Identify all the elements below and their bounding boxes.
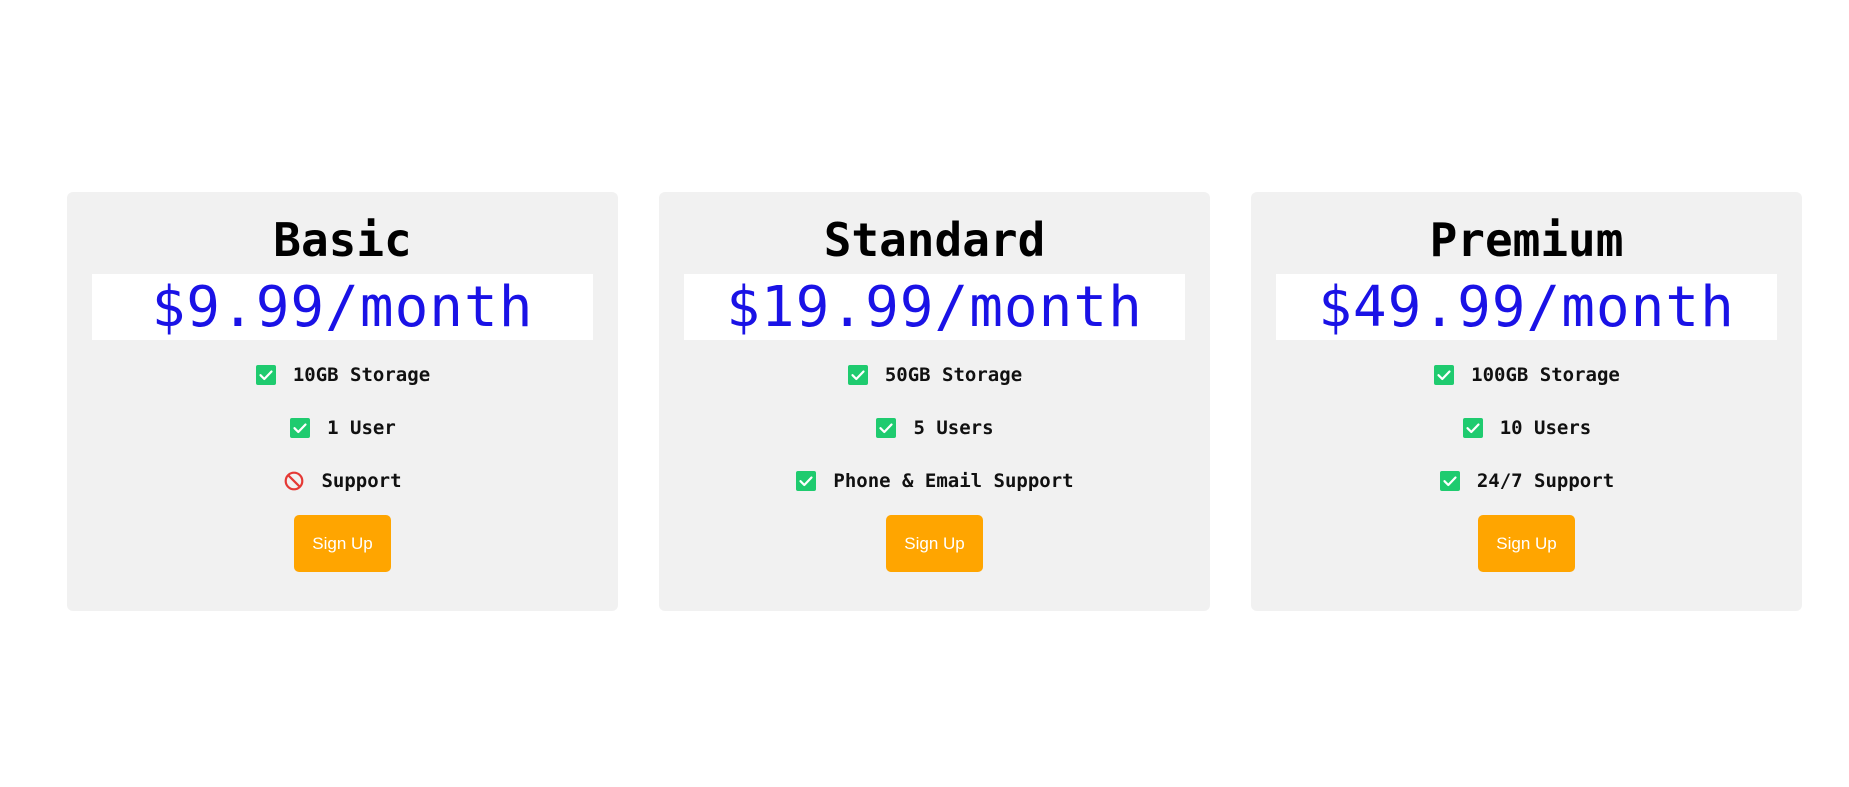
feature-item: 10 Users xyxy=(1462,401,1592,454)
plan-name: Basic xyxy=(273,213,412,267)
pricing-plans: Basic $9.99/month 10GB Storage 1 User Su… xyxy=(67,192,1802,611)
feature-text: 1 User xyxy=(327,416,396,439)
feature-item: Phone & Email Support xyxy=(795,454,1074,507)
feature-text: Phone & Email Support xyxy=(833,469,1074,492)
feature-item: 1 User xyxy=(289,401,396,454)
check-icon xyxy=(875,417,897,439)
feature-text: 24/7 Support xyxy=(1476,469,1615,492)
check-icon xyxy=(795,470,817,492)
feature-item: 24/7 Support xyxy=(1439,454,1614,507)
feature-text: 10GB Storage xyxy=(292,363,431,386)
feature-item: 5 Users xyxy=(875,401,994,454)
feature-item: Support xyxy=(283,454,402,507)
plan-price: $19.99/month xyxy=(726,274,1143,340)
feature-text: 5 Users xyxy=(913,416,994,439)
feature-text: 10 Users xyxy=(1499,416,1592,439)
check-icon xyxy=(289,417,311,439)
plan-name: Standard xyxy=(823,213,1046,267)
sign-up-button[interactable]: Sign Up xyxy=(886,515,983,572)
price-box: $49.99/month xyxy=(1276,274,1777,340)
feature-text: Support xyxy=(321,469,402,492)
plan-card-basic: Basic $9.99/month 10GB Storage 1 User Su… xyxy=(67,192,618,611)
feature-text: 50GB Storage xyxy=(884,363,1023,386)
plan-price: $49.99/month xyxy=(1318,274,1735,340)
feature-list: 50GB Storage 5 Users Phone & Email Suppo… xyxy=(795,348,1074,507)
check-icon xyxy=(1462,417,1484,439)
plan-price: $9.99/month xyxy=(151,274,534,340)
prohibited-icon xyxy=(283,470,305,492)
feature-item: 100GB Storage xyxy=(1433,348,1620,401)
feature-text: 100GB Storage xyxy=(1471,363,1620,386)
check-icon xyxy=(1433,364,1455,386)
feature-item: 10GB Storage xyxy=(255,348,430,401)
plan-name: Premium xyxy=(1429,213,1624,267)
feature-item: 50GB Storage xyxy=(847,348,1022,401)
sign-up-button[interactable]: Sign Up xyxy=(294,515,391,572)
check-icon xyxy=(847,364,869,386)
plan-card-standard: Standard $19.99/month 50GB Storage 5 Use… xyxy=(659,192,1210,611)
check-icon xyxy=(1439,470,1461,492)
check-icon xyxy=(255,364,277,386)
feature-list: 100GB Storage 10 Users 24/7 Support xyxy=(1433,348,1620,507)
feature-list: 10GB Storage 1 User Support xyxy=(255,348,430,507)
price-box: $9.99/month xyxy=(92,274,593,340)
plan-card-premium: Premium $49.99/month 100GB Storage 10 Us… xyxy=(1251,192,1802,611)
sign-up-button[interactable]: Sign Up xyxy=(1478,515,1575,572)
price-box: $19.99/month xyxy=(684,274,1185,340)
